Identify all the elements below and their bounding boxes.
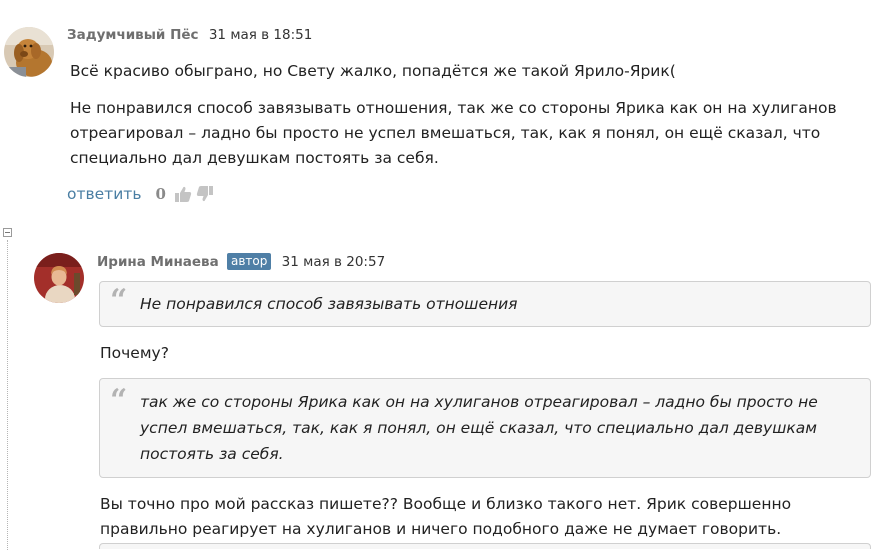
quote-icon: “ [110,383,128,418]
quote-text: Не понравился способ завязывать отношени… [140,295,518,313]
comment-body: Всё красиво обыграно, но Свету жалко, по… [70,59,860,171]
comment-actions: ответить 0 [67,185,214,203]
comment-meta: Ирина Минаева автор 31 мая в 20:57 [97,253,385,270]
reply-button[interactable]: ответить [67,185,141,203]
next-quote-block-edge [99,543,871,549]
comment-score: 0 [155,185,166,203]
quote-block: “ Не понравился способ завязывать отноше… [99,281,871,327]
comment-paragraph: Всё красиво обыграно, но Свету жалко, по… [70,62,676,80]
thumbs-down-icon[interactable] [196,185,214,203]
comment-paragraph: Почему? [100,344,169,362]
comment-author[interactable]: Ирина Минаева [97,254,219,270]
comment-paragraph: Не понравился способ завязывать отношени… [70,99,837,167]
user-avatar-icon[interactable] [34,253,84,303]
thread-line [7,240,8,550]
comment-author[interactable]: Задумчивый Пёс [67,27,199,43]
author-badge: автор [227,253,272,270]
comment-meta: Задумчивый Пёс 31 мая в 18:51 [67,27,312,43]
quote-text: так же со стороны Ярика как он на хулига… [140,393,818,463]
quote-icon: “ [110,283,128,318]
comment-date[interactable]: 31 мая в 20:57 [282,254,386,270]
quote-block: “ так же со стороны Ярика как он на хули… [99,378,871,478]
collapse-minus-icon[interactable] [3,228,12,237]
comment-date[interactable]: 31 мая в 18:51 [209,27,313,43]
dog-avatar-icon[interactable] [4,27,54,77]
comment-paragraph: Вы точно про мой рассказ пишете?? Вообще… [100,495,792,538]
thumbs-up-icon[interactable] [174,185,192,203]
